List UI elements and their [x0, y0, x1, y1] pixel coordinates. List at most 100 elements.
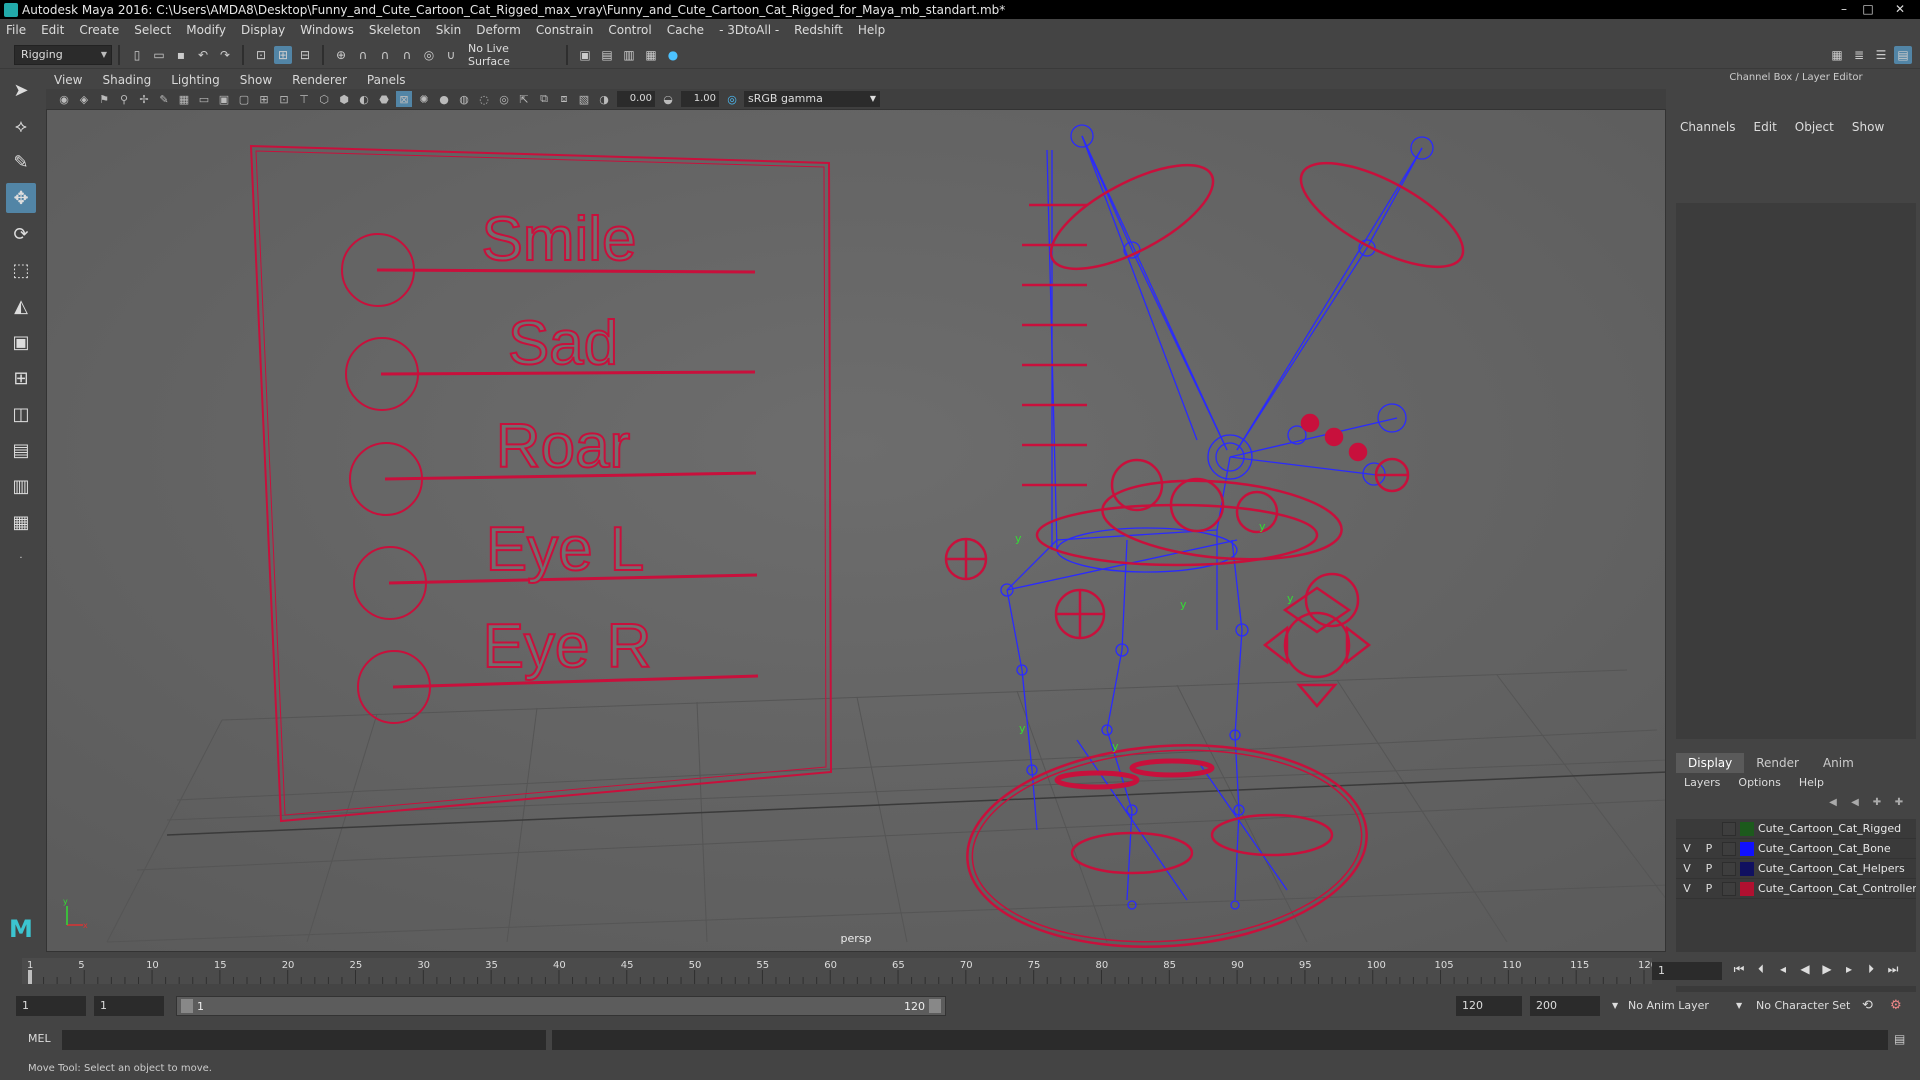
wireframe-on-shaded-icon[interactable]: ◐: [356, 91, 372, 107]
layer-row[interactable]: Cute_Cartoon_Cat_Rigged: [1676, 819, 1916, 839]
motion-blur-icon[interactable]: ◌: [476, 91, 492, 107]
range-slider[interactable]: 1 120: [176, 996, 946, 1016]
panel-menu-panels[interactable]: Panels: [367, 73, 406, 87]
layer-type-box[interactable]: [1722, 821, 1736, 836]
channel-box-icon[interactable]: ▤: [1894, 45, 1912, 64]
panel-menu-show[interactable]: Show: [240, 73, 272, 87]
cb-menu-show[interactable]: Show: [1852, 120, 1884, 134]
new-scene-icon[interactable]: ▯: [128, 46, 146, 64]
scale-tool-icon[interactable]: ⬚: [6, 255, 36, 285]
panel-menu-renderer[interactable]: Renderer: [292, 73, 347, 87]
step-back-frame-icon[interactable]: ◂: [1772, 962, 1794, 977]
rotate-tool-icon[interactable]: ⟳: [6, 219, 36, 249]
snap-view-icon[interactable]: ∩: [398, 46, 416, 64]
ipr-render-icon[interactable]: ▥: [620, 46, 638, 64]
grid-icon[interactable]: ▦: [176, 91, 192, 107]
hypershade-icon[interactable]: ●: [664, 46, 682, 64]
undo-icon[interactable]: ↶: [194, 46, 212, 64]
current-frame-field[interactable]: 1: [1652, 962, 1722, 980]
scene-start-field[interactable]: 1: [16, 996, 86, 1016]
command-language-label[interactable]: MEL: [28, 1032, 51, 1045]
menu-select[interactable]: Select: [134, 23, 171, 37]
menu-cache[interactable]: Cache: [667, 23, 704, 37]
layer-type-box[interactable]: [1722, 881, 1736, 896]
go-to-start-icon[interactable]: ⏮: [1728, 962, 1750, 977]
layer-type-box[interactable]: [1722, 861, 1736, 876]
layer-row[interactable]: V P Cute_Cartoon_Cat_Controllers: [1676, 879, 1916, 899]
render-settings-icon[interactable]: ▦: [642, 46, 660, 64]
auto-key-icon[interactable]: ⟲: [1862, 996, 1878, 1016]
new-layer-icon[interactable]: ✚: [1866, 797, 1888, 808]
move-layer-down-icon[interactable]: ◀: [1844, 797, 1866, 808]
step-forward-frame-icon[interactable]: ▸: [1838, 962, 1860, 977]
2d-pan-icon[interactable]: ✢: [136, 91, 152, 107]
menu-skin[interactable]: Skin: [436, 23, 462, 37]
safe-title-icon[interactable]: ⊤: [296, 91, 312, 107]
scene-end-field[interactable]: 200: [1530, 996, 1600, 1016]
menu-edit[interactable]: Edit: [41, 23, 64, 37]
le-menu-options[interactable]: Options: [1738, 776, 1780, 789]
range-slider-high-handle[interactable]: [929, 999, 941, 1013]
menu-constrain[interactable]: Constrain: [536, 23, 594, 37]
snap-curve-icon[interactable]: ∩: [354, 46, 372, 64]
color-management-icon[interactable]: ◎: [724, 91, 740, 107]
viewport-persp[interactable]: Smile Sad Roar Eye L Eye R y y y y y y y…: [46, 109, 1666, 952]
layer-row[interactable]: V P Cute_Cartoon_Cat_Bone: [1676, 839, 1916, 859]
snap-point-icon[interactable]: ∩: [376, 46, 394, 64]
chevron-down-icon[interactable]: ▼: [1612, 996, 1622, 1016]
minimize-button[interactable]: –: [1832, 2, 1856, 17]
cb-menu-object[interactable]: Object: [1795, 120, 1834, 134]
layer-playback[interactable]: P: [1698, 882, 1720, 895]
play-forward-icon[interactable]: ▶: [1816, 962, 1838, 977]
gate-mask-icon[interactable]: ▢: [236, 91, 252, 107]
cb-menu-edit[interactable]: Edit: [1754, 120, 1777, 134]
select-object-icon[interactable]: ⊞: [274, 45, 292, 64]
close-button[interactable]: ✕: [1880, 2, 1920, 17]
save-scene-icon[interactable]: ▪: [172, 46, 190, 64]
menu-modify[interactable]: Modify: [186, 23, 226, 37]
outliner-layout-icon[interactable]: ▤: [6, 435, 36, 465]
smooth-shade-icon[interactable]: ⬢: [336, 91, 352, 107]
layer-playback[interactable]: P: [1698, 862, 1720, 875]
paint-select-icon[interactable]: ✎: [6, 147, 36, 177]
snap-grid-icon[interactable]: ⊕: [332, 46, 350, 64]
resolution-gate-icon[interactable]: ▣: [216, 91, 232, 107]
camera-attributes-icon[interactable]: ◈: [76, 91, 92, 107]
layer-color-swatch[interactable]: [1740, 841, 1754, 856]
wireframe-icon[interactable]: ⬡: [316, 91, 332, 107]
two-view-icon[interactable]: ◫: [6, 399, 36, 429]
gamma-field[interactable]: 1.00: [681, 91, 719, 107]
last-tool-icon[interactable]: ◭: [6, 291, 36, 321]
panel-menu-shading[interactable]: Shading: [102, 73, 151, 87]
magnet-icon[interactable]: ∪: [442, 46, 460, 64]
character-set-dropdown[interactable]: No Character Set: [1756, 996, 1866, 1016]
grease-pencil-icon[interactable]: ✎: [156, 91, 172, 107]
move-layer-up-icon[interactable]: ◀: [1822, 797, 1844, 808]
more-layouts-icon[interactable]: ·: [6, 543, 36, 573]
select-hierarchy-icon[interactable]: ⊡: [252, 46, 270, 64]
layer-color-swatch[interactable]: [1740, 881, 1754, 896]
chevron-down-icon[interactable]: ▼: [1736, 996, 1746, 1016]
command-input[interactable]: [62, 1030, 546, 1050]
xray-joints-icon[interactable]: ⧉: [536, 91, 552, 107]
play-backward-icon[interactable]: ◀: [1794, 962, 1816, 977]
redo-icon[interactable]: ↷: [216, 46, 234, 64]
menu-display[interactable]: Display: [241, 23, 285, 37]
exposure-icon[interactable]: ◑: [596, 91, 612, 107]
camera-icon[interactable]: ◉: [56, 91, 72, 107]
film-gate-icon[interactable]: ▭: [196, 91, 212, 107]
field-chart-icon[interactable]: ⊞: [256, 91, 272, 107]
menu-redshift[interactable]: Redshift: [794, 23, 843, 37]
layer-visibility[interactable]: V: [1676, 882, 1698, 895]
step-forward-key-icon[interactable]: ⏵: [1860, 962, 1882, 977]
ambient-occlusion-icon[interactable]: ◍: [456, 91, 472, 107]
hud-icon[interactable]: ▧: [576, 91, 592, 107]
maximize-button[interactable]: □: [1856, 2, 1880, 17]
exposure-field[interactable]: 0.00: [617, 91, 655, 107]
cb-menu-channels[interactable]: Channels: [1680, 120, 1736, 134]
move-tool-icon[interactable]: ✥: [6, 183, 36, 213]
range-slider-low-handle[interactable]: [181, 999, 193, 1013]
le-menu-help[interactable]: Help: [1799, 776, 1824, 789]
graph-layout-icon[interactable]: ▥: [6, 471, 36, 501]
tab-display[interactable]: Display: [1676, 753, 1745, 773]
